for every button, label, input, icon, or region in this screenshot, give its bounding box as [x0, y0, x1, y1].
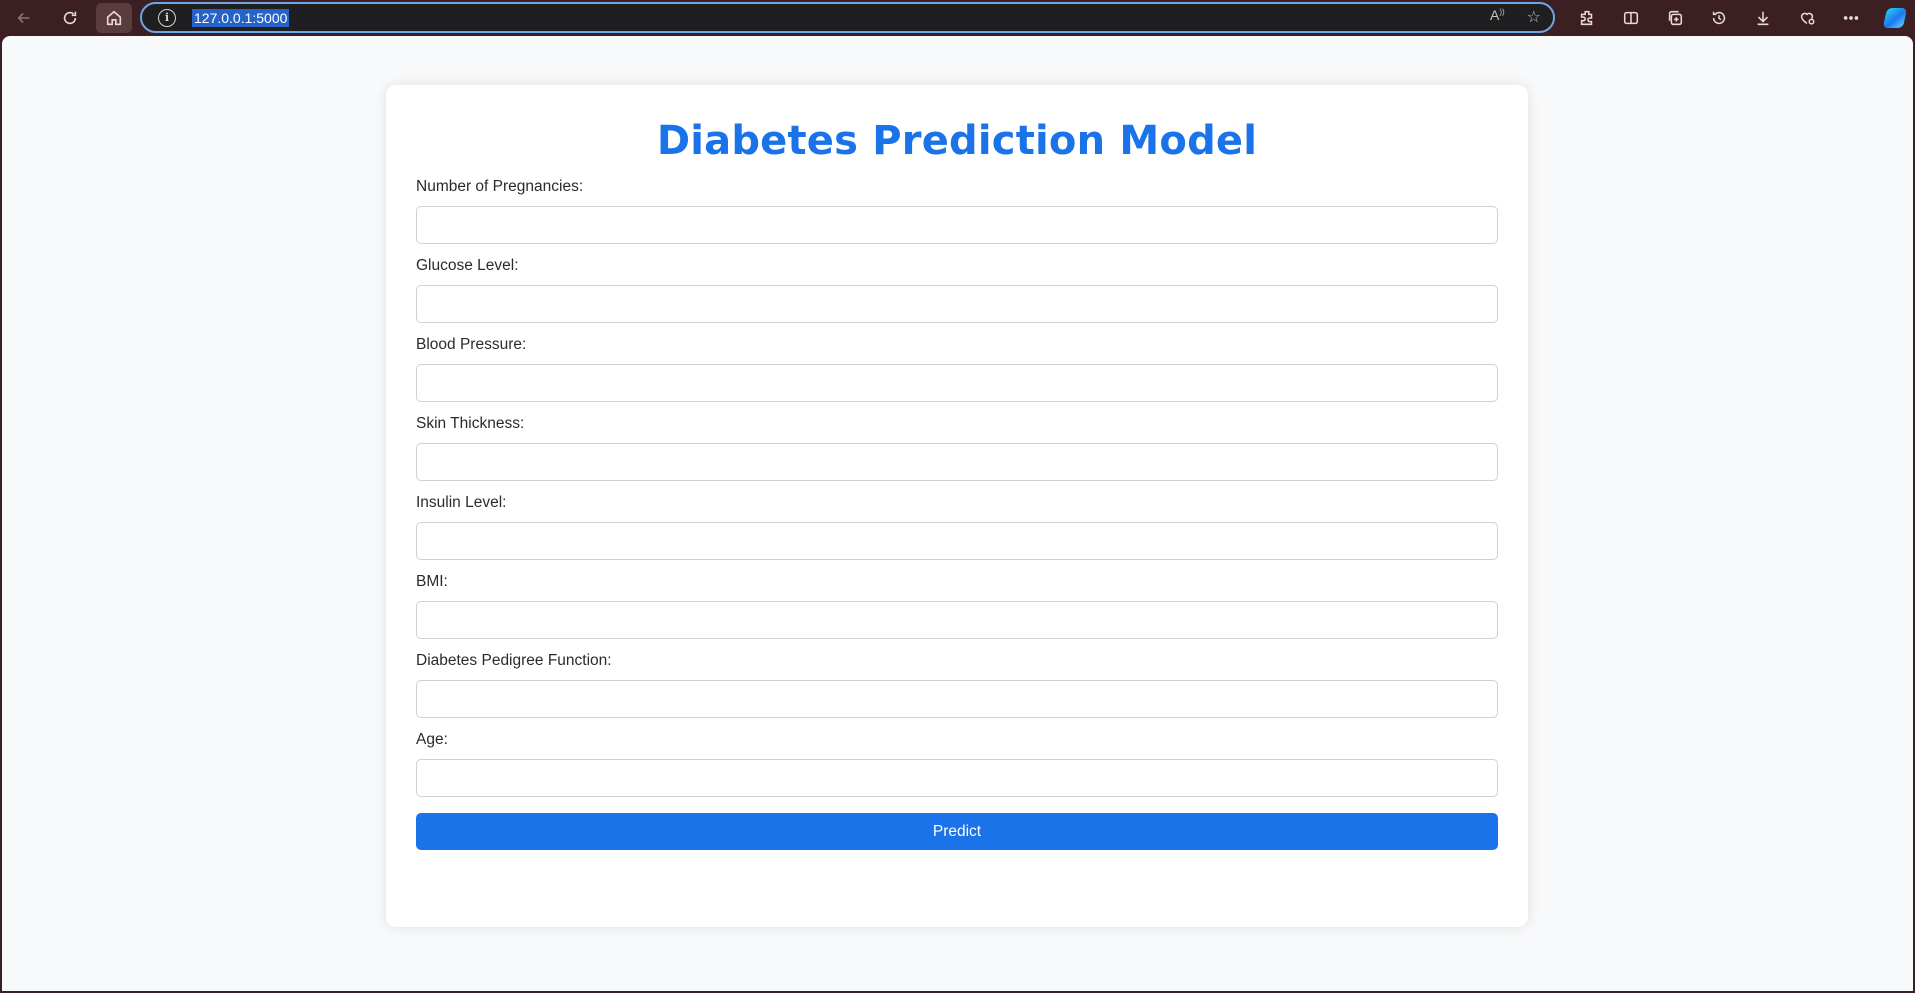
history-icon	[1712, 11, 1726, 25]
bmi-input[interactable]	[416, 601, 1498, 639]
age-label: Age:	[416, 731, 448, 748]
browser-actions	[1565, 0, 1915, 36]
home-icon	[106, 10, 122, 26]
back-button[interactable]	[6, 3, 42, 33]
copilot-icon	[1882, 8, 1908, 28]
insulin-field: Insulin Level:	[416, 493, 1498, 560]
skin-thickness-label: Skin Thickness:	[416, 415, 525, 432]
downloads-icon	[1757, 11, 1769, 26]
pedigree-input[interactable]	[416, 680, 1498, 718]
more-button[interactable]	[1829, 1, 1873, 35]
site-info-icon[interactable]: i	[158, 8, 176, 27]
extensions-button[interactable]	[1565, 1, 1609, 35]
glucose-field: Glucose Level:	[416, 256, 1498, 323]
back-arrow-icon	[17, 12, 30, 24]
extensions-icon	[1580, 10, 1593, 26]
glucose-label: Glucose Level:	[416, 257, 519, 274]
glucose-input[interactable]	[416, 285, 1498, 323]
copilot-button[interactable]	[1873, 1, 1915, 35]
more-icon	[1843, 16, 1859, 20]
bmi-label: BMI:	[416, 573, 448, 590]
read-aloud-icon[interactable]: A))	[1490, 7, 1505, 27]
refresh-button[interactable]	[52, 3, 88, 33]
split-screen-icon	[1623, 11, 1639, 25]
collections-button[interactable]	[1653, 1, 1697, 35]
pedigree-field: Diabetes Pedigree Function:	[416, 651, 1498, 718]
blood-pressure-input[interactable]	[416, 364, 1498, 402]
age-input[interactable]	[416, 759, 1498, 797]
downloads-button[interactable]	[1741, 1, 1785, 35]
prediction-form-card: Diabetes Prediction Model Number of Preg…	[386, 85, 1528, 927]
browser-essentials-icon	[1800, 12, 1815, 25]
insulin-label: Insulin Level:	[416, 494, 507, 511]
pregnancies-input[interactable]	[416, 206, 1498, 244]
favorite-star-icon[interactable]: ☆	[1527, 7, 1541, 27]
insulin-input[interactable]	[416, 522, 1498, 560]
predict-button[interactable]: Predict	[416, 813, 1498, 850]
history-button[interactable]	[1697, 1, 1741, 35]
url-text[interactable]: 127.0.0.1:5000	[192, 8, 290, 27]
pregnancies-label: Number of Pregnancies:	[416, 178, 584, 195]
browser-toolbar: i 127.0.0.1:5000 A)) ☆	[0, 0, 1915, 36]
home-button[interactable]	[96, 3, 132, 33]
browser-essentials-button[interactable]	[1785, 1, 1829, 35]
collections-icon	[1668, 10, 1683, 26]
skin-thickness-input[interactable]	[416, 443, 1498, 481]
refresh-icon	[63, 11, 77, 25]
page-title: Diabetes Prediction Model	[656, 118, 1258, 164]
blood-pressure-field: Blood Pressure:	[416, 335, 1498, 402]
address-bar-actions: A)) ☆	[1490, 7, 1541, 27]
skin-thickness-field: Skin Thickness:	[416, 414, 1498, 481]
age-field: Age:	[416, 730, 1498, 797]
blood-pressure-label: Blood Pressure:	[416, 336, 527, 353]
pedigree-label: Diabetes Pedigree Function:	[416, 652, 612, 669]
page-viewport: Diabetes Prediction Model Number of Preg…	[2, 36, 1913, 991]
pregnancies-field: Number of Pregnancies:	[416, 177, 1498, 244]
split-screen-button[interactable]	[1609, 1, 1653, 35]
bmi-field: BMI:	[416, 572, 1498, 639]
address-bar[interactable]: i 127.0.0.1:5000 A)) ☆	[140, 2, 1555, 33]
